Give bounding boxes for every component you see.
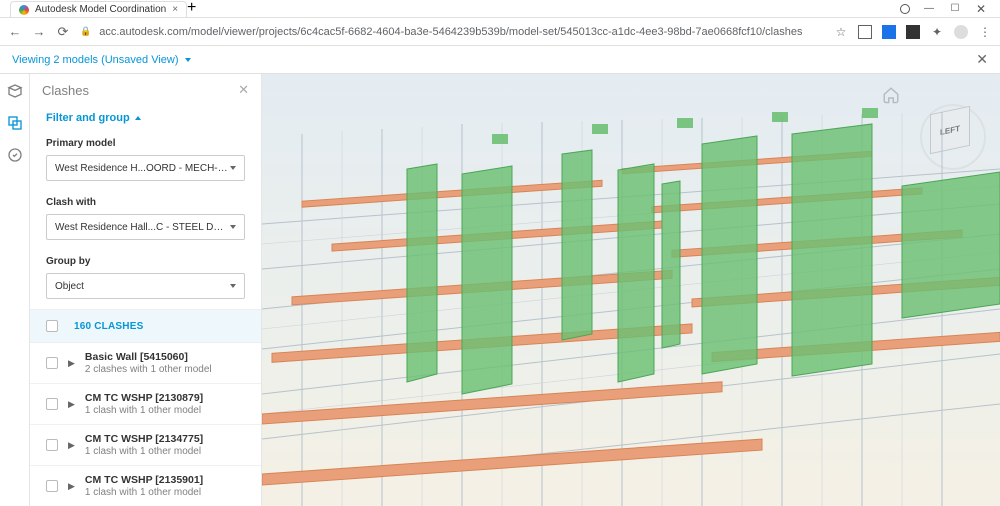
back-button[interactable]: ←	[8, 24, 22, 39]
group-by-select[interactable]: Object	[46, 273, 245, 299]
clash-checkbox[interactable]	[46, 357, 58, 369]
clash-count-label: 160 CLASHES	[74, 321, 143, 332]
model-viewer[interactable]: LEFT	[262, 74, 1000, 506]
primary-model-value: West Residence H...OORD - MECH-DUCT	[55, 163, 228, 174]
browser-toolbar: ← → ⟳ 🔒 acc.autodesk.com/model/viewer/pr…	[0, 18, 1000, 46]
clash-item[interactable]: ▶ Basic Wall [5415060] 2 clashes with 1 …	[30, 343, 261, 384]
clash-checkbox[interactable]	[46, 439, 58, 451]
minimize-button[interactable]: —	[916, 0, 942, 18]
extension-icon[interactable]	[858, 25, 872, 39]
new-tab-button[interactable]: +	[187, 0, 196, 17]
extension-blue-icon[interactable]	[882, 25, 896, 39]
group-by-value: Object	[55, 281, 84, 292]
chevron-up-icon	[135, 116, 141, 120]
star-icon[interactable]: ☆	[834, 25, 848, 39]
clash-item[interactable]: ▶ CM TC WSHP [2134775] 1 clash with 1 ot…	[30, 425, 261, 466]
viewing-models-dropdown[interactable]: Viewing 2 models (Unsaved View)	[12, 54, 191, 66]
chevron-down-icon	[230, 166, 236, 170]
clash-sub: 1 clash with 1 other model	[85, 446, 203, 457]
clash-name: Basic Wall [5415060]	[85, 351, 212, 363]
close-panel-button[interactable]: ✕	[238, 82, 249, 98]
clash-item[interactable]: ▶ CM TC WSHP [2135901] 1 clash with 1 ot…	[30, 466, 261, 506]
clash-sub: 1 clash with 1 other model	[85, 405, 203, 416]
clash-summary-row[interactable]: 160 CLASHES	[30, 309, 261, 343]
address-bar[interactable]: 🔒 acc.autodesk.com/model/viewer/projects…	[80, 26, 824, 38]
clash-with-select[interactable]: West Residence Hall...C - STEEL DETAILIN…	[46, 214, 245, 240]
url-text: acc.autodesk.com/model/viewer/projects/6…	[99, 26, 802, 38]
models-icon[interactable]	[6, 82, 24, 100]
window-titlebar: Autodesk Model Coordination × + — ☐ ✕	[0, 0, 1000, 18]
clash-text: CM TC WSHP [2134775] 1 clash with 1 othe…	[85, 433, 203, 457]
close-window-button[interactable]: ✕	[968, 0, 994, 18]
reload-button[interactable]: ⟳	[56, 24, 70, 40]
clash-sub: 2 clashes with 1 other model	[85, 364, 212, 375]
group-by-section: Group by Object	[30, 250, 261, 309]
clash-name: CM TC WSHP [2135901]	[85, 474, 203, 486]
clash-with-label: Clash with	[46, 197, 245, 208]
clashes-icon[interactable]	[6, 114, 24, 132]
clash-checkbox[interactable]	[46, 480, 58, 492]
chevron-down-icon	[230, 225, 236, 229]
maximize-button[interactable]: ☐	[942, 0, 968, 18]
browser-tabs: Autodesk Model Coordination × +	[6, 0, 900, 17]
expand-icon[interactable]: ▶	[68, 481, 75, 492]
favicon-icon	[19, 5, 29, 15]
close-tab-icon[interactable]: ×	[172, 4, 178, 15]
viewing-label: Viewing 2 models (Unsaved View)	[12, 54, 179, 66]
clash-with-value: West Residence Hall...C - STEEL DETAILIN…	[55, 222, 228, 233]
clash-sub: 1 clash with 1 other model	[85, 487, 203, 498]
toolbar-right: ☆ ✦ ⋮	[834, 25, 992, 39]
issues-icon[interactable]	[6, 146, 24, 164]
chevron-down-icon	[185, 58, 191, 62]
primary-model-label: Primary model	[46, 138, 245, 149]
clash-text: CM TC WSHP [2130879] 1 clash with 1 othe…	[85, 392, 203, 416]
extension-dark-icon[interactable]	[906, 25, 920, 39]
clash-item[interactable]: ▶ CM TC WSHP [2130879] 1 clash with 1 ot…	[30, 384, 261, 425]
model-scene	[262, 74, 1000, 506]
clash-name: CM TC WSHP [2130879]	[85, 392, 203, 404]
panel-header: Clashes ✕	[30, 74, 261, 106]
left-rail	[0, 74, 30, 506]
clash-with-section: Clash with West Residence Hall...C - STE…	[30, 191, 261, 250]
filter-group-toggle[interactable]: Filter and group	[30, 106, 261, 132]
clashes-panel: Clashes ✕ Filter and group Primary model…	[30, 74, 262, 506]
expand-icon[interactable]: ▶	[68, 399, 75, 410]
clash-text: CM TC WSHP [2135901] 1 clash with 1 othe…	[85, 474, 203, 498]
group-by-label: Group by	[46, 256, 245, 267]
clash-checkbox[interactable]	[46, 398, 58, 410]
avatar-icon[interactable]	[954, 25, 968, 39]
chevron-down-icon	[230, 284, 236, 288]
lock-icon: 🔒	[80, 26, 91, 37]
menu-icon[interactable]: ⋮	[978, 25, 992, 39]
app-subheader: Viewing 2 models (Unsaved View) ✕	[0, 46, 1000, 74]
clash-list: ▶ Basic Wall [5415060] 2 clashes with 1 …	[30, 343, 261, 506]
tab-title: Autodesk Model Coordination	[35, 4, 166, 15]
expand-icon[interactable]: ▶	[68, 358, 75, 369]
select-all-checkbox[interactable]	[46, 320, 58, 332]
forward-button[interactable]: →	[32, 24, 46, 39]
main-area: Clashes ✕ Filter and group Primary model…	[0, 74, 1000, 506]
puzzle-icon[interactable]: ✦	[930, 25, 944, 39]
browser-tab-active[interactable]: Autodesk Model Coordination ×	[10, 1, 187, 17]
panel-title: Clashes	[42, 83, 89, 98]
clash-text: Basic Wall [5415060] 2 clashes with 1 ot…	[85, 351, 212, 375]
primary-model-section: Primary model West Residence H...OORD - …	[30, 132, 261, 191]
filter-label: Filter and group	[46, 112, 130, 124]
account-indicator-icon[interactable]	[900, 4, 910, 14]
clash-name: CM TC WSHP [2134775]	[85, 433, 203, 445]
close-view-button[interactable]: ✕	[976, 51, 988, 68]
primary-model-select[interactable]: West Residence H...OORD - MECH-DUCT	[46, 155, 245, 181]
expand-icon[interactable]: ▶	[68, 440, 75, 451]
